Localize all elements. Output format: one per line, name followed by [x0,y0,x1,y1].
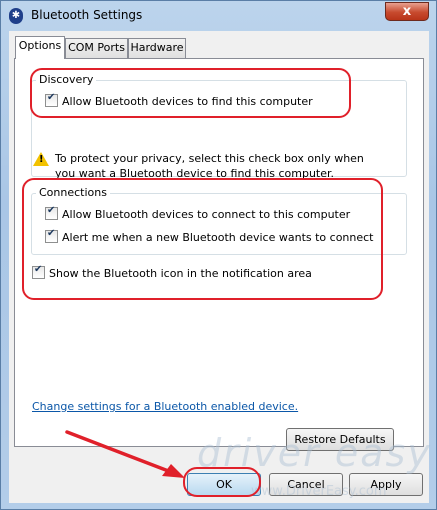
privacy-note: To protect your privacy, select this che… [55,152,364,180]
window-title: Bluetooth Settings [31,8,143,22]
close-button[interactable]: x [385,2,429,21]
tab-com-ports[interactable]: COM Ports [65,38,128,58]
title-bar[interactable]: ✱ Bluetooth Settings x [1,1,436,31]
watermark-url: www.DriverEasy.com [251,484,387,499]
bluetooth-icon: ✱ [9,8,23,24]
tab-options[interactable]: Options [15,36,65,59]
discovery-highlight [30,68,351,118]
annotation-arrow [65,430,185,478]
change-settings-link[interactable]: Change settings for a Bluetooth enabled … [32,400,298,413]
connections-highlight [22,178,383,300]
warning-icon: ! [33,152,49,166]
bluetooth-settings-window: ✱ Bluetooth Settings x Options COM Ports… [0,0,437,510]
tab-hardware[interactable]: Hardware [128,38,186,58]
ok-highlight [183,467,261,497]
